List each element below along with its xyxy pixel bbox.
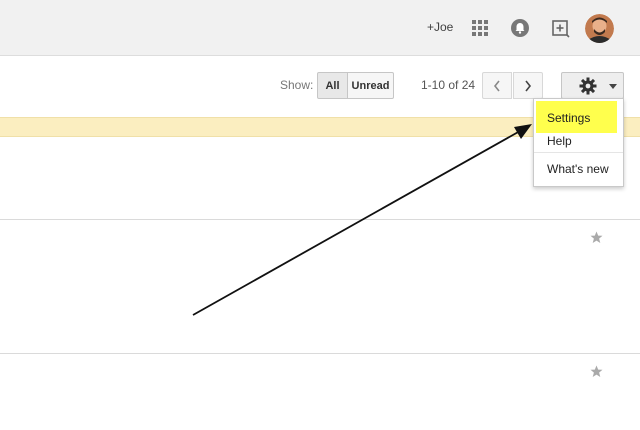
menu-item-settings-label: Settings: [547, 111, 591, 125]
avatar[interactable]: [585, 14, 614, 43]
previous-page-button[interactable]: [482, 72, 512, 99]
menu-item-help[interactable]: Help: [534, 133, 623, 151]
pagination-count: 1-10 of 24: [421, 78, 476, 92]
top-bar: +Joe: [0, 0, 640, 56]
filter-unread-button[interactable]: Unread: [347, 72, 394, 99]
star-icon[interactable]: [590, 231, 603, 244]
notifications-bell-icon[interactable]: [510, 18, 530, 38]
gear-icon: [579, 77, 597, 95]
apps-grid-icon[interactable]: [472, 20, 488, 36]
menu-item-whats-new-label: What's new: [547, 162, 609, 176]
chevron-left-icon: [493, 80, 500, 91]
message-row[interactable]: [0, 355, 640, 430]
filter-all-button[interactable]: All: [317, 72, 348, 99]
avatar-photo-icon: [585, 14, 614, 43]
show-filter-label: Show:: [280, 78, 314, 92]
settings-gear-button[interactable]: [561, 72, 624, 99]
menu-item-settings[interactable]: Settings: [534, 99, 623, 134]
caret-down-icon: [609, 84, 617, 89]
star-icon[interactable]: [590, 365, 603, 378]
share-plus-icon[interactable]: [551, 18, 571, 38]
next-page-button[interactable]: [513, 72, 543, 99]
chevron-right-icon: [525, 80, 532, 91]
menu-divider: [534, 152, 623, 153]
menu-item-whats-new[interactable]: What's new: [534, 157, 623, 181]
menu-item-help-label: Help: [547, 134, 572, 148]
settings-dropdown-menu: Settings Help What's new: [533, 98, 624, 187]
message-row[interactable]: [0, 221, 640, 354]
user-profile-link[interactable]: +Joe: [427, 20, 453, 34]
